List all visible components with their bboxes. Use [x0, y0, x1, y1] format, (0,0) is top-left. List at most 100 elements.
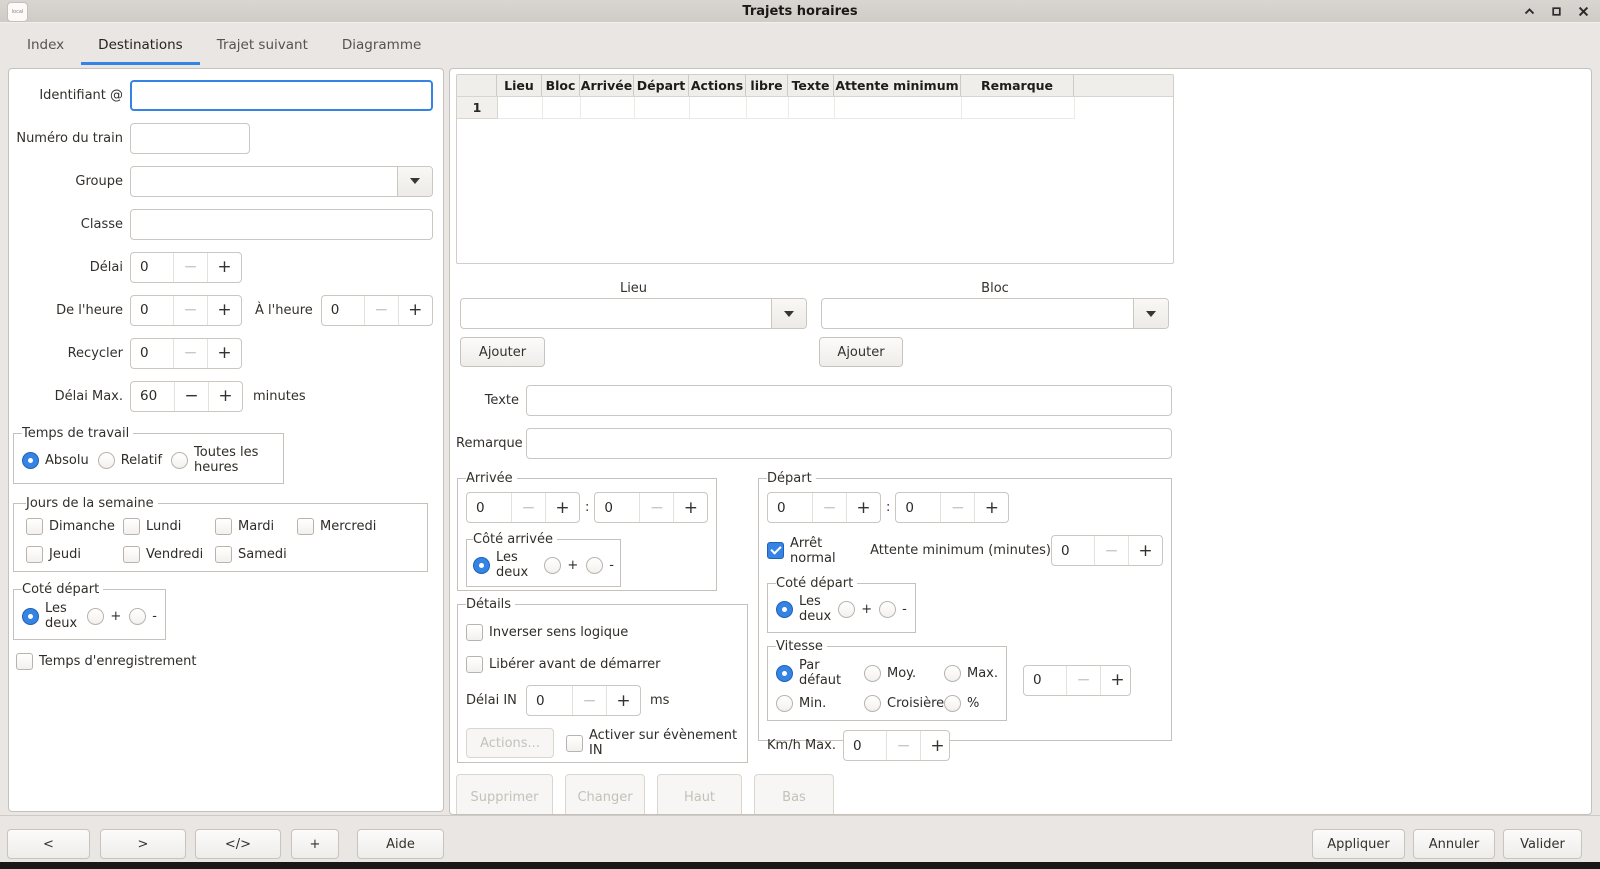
plus-icon[interactable] — [1100, 666, 1131, 695]
checkbox-vendredi[interactable]: Vendredi — [123, 546, 215, 563]
close-icon[interactable] — [1576, 4, 1590, 18]
checkbox-activer-evenement-in[interactable]: Activer sur évènement IN — [566, 728, 739, 758]
arrivee-minute-value[interactable]: 0 — [595, 493, 639, 522]
column-header-arrivee[interactable]: Arrivée — [580, 75, 634, 96]
cell-texte[interactable] — [789, 97, 835, 119]
changer-button[interactable]: Changer — [565, 774, 645, 815]
radio-moins[interactable]: - — [129, 608, 157, 625]
radio-relatif[interactable]: Relatif — [98, 445, 162, 475]
radio-plus[interactable]: + — [87, 608, 121, 625]
minimize-icon[interactable] — [1522, 4, 1536, 18]
plus-icon[interactable] — [920, 731, 950, 760]
bas-button[interactable]: Bas — [754, 774, 834, 815]
texte-input[interactable] — [526, 385, 1172, 416]
maximize-icon[interactable] — [1549, 4, 1563, 18]
arrivee-heure-value[interactable]: 0 — [467, 493, 511, 522]
plus-icon[interactable] — [207, 339, 241, 368]
radio-absolu[interactable]: Absolu — [22, 445, 89, 475]
nav-code-button[interactable]: </> — [195, 829, 281, 859]
radio-plus[interactable]: + — [544, 557, 578, 574]
a-lheure-spinner-value[interactable]: 0 — [322, 296, 364, 325]
tab-trajet-suivant[interactable]: Trajet suivant — [200, 23, 325, 66]
groupe-combobox[interactable] — [130, 166, 433, 197]
minus-icon[interactable] — [1066, 666, 1100, 695]
groupe-dropdown-button[interactable] — [397, 167, 432, 196]
radio-moins[interactable]: - — [879, 601, 907, 618]
nav-add-button[interactable]: + — [291, 829, 339, 859]
minus-icon[interactable] — [1094, 536, 1128, 565]
checkbox-samedi[interactable]: Samedi — [215, 546, 297, 563]
plus-icon[interactable] — [398, 296, 432, 325]
minus-icon[interactable] — [173, 253, 207, 282]
plus-icon[interactable] — [207, 253, 241, 282]
annuler-button[interactable]: Annuler — [1413, 829, 1495, 859]
aide-button[interactable]: Aide — [357, 829, 444, 859]
checkbox-mardi[interactable]: Mardi — [215, 518, 297, 535]
minus-icon[interactable] — [572, 686, 606, 715]
minus-icon[interactable] — [639, 493, 673, 522]
numero-train-input[interactable] — [130, 123, 250, 154]
cell-bloc[interactable] — [543, 97, 581, 119]
plus-icon[interactable] — [673, 493, 707, 522]
minus-icon[interactable] — [173, 339, 207, 368]
cell-attente-minimum[interactable] — [835, 97, 962, 119]
supprimer-button[interactable]: Supprimer — [456, 774, 553, 815]
radio-toutes-les-heures[interactable]: Toutes les heures — [171, 445, 275, 475]
nav-next-button[interactable]: > — [100, 829, 186, 859]
checkbox-dimanche[interactable]: Dimanche — [26, 518, 123, 535]
minus-icon[interactable] — [174, 382, 208, 411]
attente-minimum-value[interactable]: 0 — [1052, 536, 1094, 565]
destinations-table[interactable]: Lieu Bloc Arrivée Départ Actions libre T… — [456, 74, 1174, 264]
delai-max-spinner-value[interactable]: 60 — [131, 382, 174, 411]
delai-in-value[interactable]: 0 — [527, 686, 572, 715]
radio-pourcent[interactable]: % — [944, 695, 998, 712]
radio-plus[interactable]: + — [838, 601, 872, 618]
radio-min[interactable]: Min. — [776, 695, 864, 712]
row-number-cell[interactable]: 1 — [457, 97, 498, 119]
lieu-combobox-entry[interactable] — [461, 299, 771, 328]
column-header-texte[interactable]: Texte — [788, 75, 834, 96]
vitesse-value[interactable]: 0 — [1024, 666, 1066, 695]
checkbox-temps-enregistrement[interactable]: Temps d'enregistrement — [16, 653, 196, 670]
radio-les-deux[interactable]: Les deux — [22, 601, 79, 631]
valider-button[interactable]: Valider — [1503, 829, 1582, 859]
tab-diagramme[interactable]: Diagramme — [325, 23, 438, 66]
depart-heure-value[interactable]: 0 — [768, 493, 812, 522]
tab-index[interactable]: Index — [10, 23, 81, 66]
classe-input[interactable] — [130, 209, 433, 240]
ajouter-lieu-button[interactable]: Ajouter — [460, 337, 545, 367]
plus-icon[interactable] — [208, 382, 242, 411]
checkbox-liberer-avant-demarrer[interactable]: Libérer avant de démarrer — [466, 656, 661, 673]
ajouter-bloc-button[interactable]: Ajouter — [819, 337, 903, 367]
minus-icon[interactable] — [511, 493, 545, 522]
minus-icon[interactable] — [364, 296, 398, 325]
tab-destinations[interactable]: Destinations — [81, 23, 200, 66]
cell-actions[interactable] — [690, 97, 747, 119]
column-header-depart[interactable]: Départ — [634, 75, 689, 96]
radio-max[interactable]: Max. — [944, 658, 998, 688]
cell-depart[interactable] — [635, 97, 690, 119]
checkbox-arret-normal[interactable]: Arrêt normal — [767, 536, 856, 566]
plus-icon[interactable] — [545, 493, 579, 522]
remarque-input[interactable] — [526, 428, 1172, 459]
lieu-dropdown-button[interactable] — [771, 299, 806, 328]
groupe-combobox-entry[interactable] — [131, 167, 397, 196]
radio-moy[interactable]: Moy. — [864, 658, 944, 688]
radio-moins[interactable]: - — [586, 557, 614, 574]
plus-icon[interactable] — [974, 493, 1008, 522]
bloc-dropdown-button[interactable] — [1133, 299, 1168, 328]
identifiant-input[interactable] — [130, 80, 433, 111]
nav-previous-button[interactable]: < — [7, 829, 90, 859]
checkbox-jeudi[interactable]: Jeudi — [26, 546, 123, 563]
plus-icon[interactable] — [846, 493, 880, 522]
de-lheure-spinner-value[interactable]: 0 — [131, 296, 173, 325]
column-header-bloc[interactable]: Bloc — [542, 75, 580, 96]
cell-remarque[interactable] — [962, 97, 1075, 119]
cell-libre[interactable] — [747, 97, 789, 119]
actions-button[interactable]: Actions... — [466, 728, 554, 758]
column-header-attente-minimum[interactable]: Attente minimum — [834, 75, 961, 96]
bloc-combobox[interactable] — [821, 298, 1169, 329]
column-header-libre[interactable]: libre — [746, 75, 788, 96]
column-header-rownum[interactable] — [457, 75, 497, 96]
plus-icon[interactable] — [606, 686, 640, 715]
